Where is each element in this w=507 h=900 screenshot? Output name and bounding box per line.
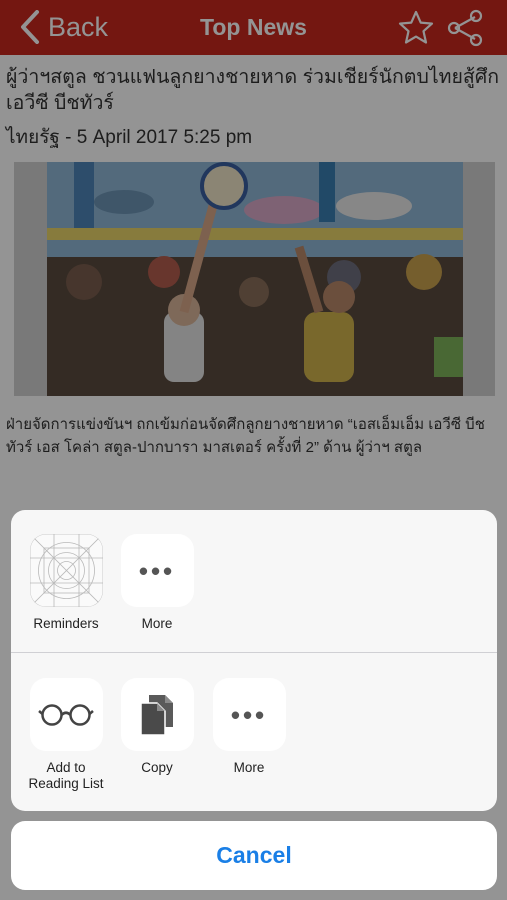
share-sheet: Reminders ••• More Add to Reading List C… — [11, 510, 497, 811]
glasses-icon — [38, 703, 94, 726]
copy-documents-icon — [140, 694, 173, 736]
reading-list-tile — [29, 678, 103, 751]
more-dots-icon: ••• — [230, 699, 268, 730]
more-dots-icon: ••• — [138, 555, 176, 586]
more-actions-label: More — [233, 760, 265, 775]
add-to-reading-list-label: Add to Reading List — [28, 760, 104, 791]
copy-label: Copy — [141, 760, 173, 775]
more-actions-button[interactable]: ••• More — [203, 678, 295, 776]
cancel-label: Cancel — [216, 842, 292, 868]
copy-button[interactable]: Copy — [111, 678, 203, 776]
sheet-divider — [11, 652, 497, 653]
more-apps-tile: ••• — [120, 534, 194, 607]
reminders-app[interactable]: Reminders — [20, 534, 112, 632]
more-apps-label: More — [141, 616, 173, 631]
reminders-tile — [29, 534, 103, 607]
reminders-label: Reminders — [33, 616, 99, 631]
more-apps-button[interactable]: ••• More — [111, 534, 203, 632]
cancel-button[interactable]: Cancel — [11, 821, 497, 890]
more-actions-tile: ••• — [212, 678, 286, 751]
copy-tile — [120, 678, 194, 751]
reminders-grid-icon — [29, 534, 103, 607]
add-to-reading-list-button[interactable]: Add to Reading List — [20, 678, 112, 792]
